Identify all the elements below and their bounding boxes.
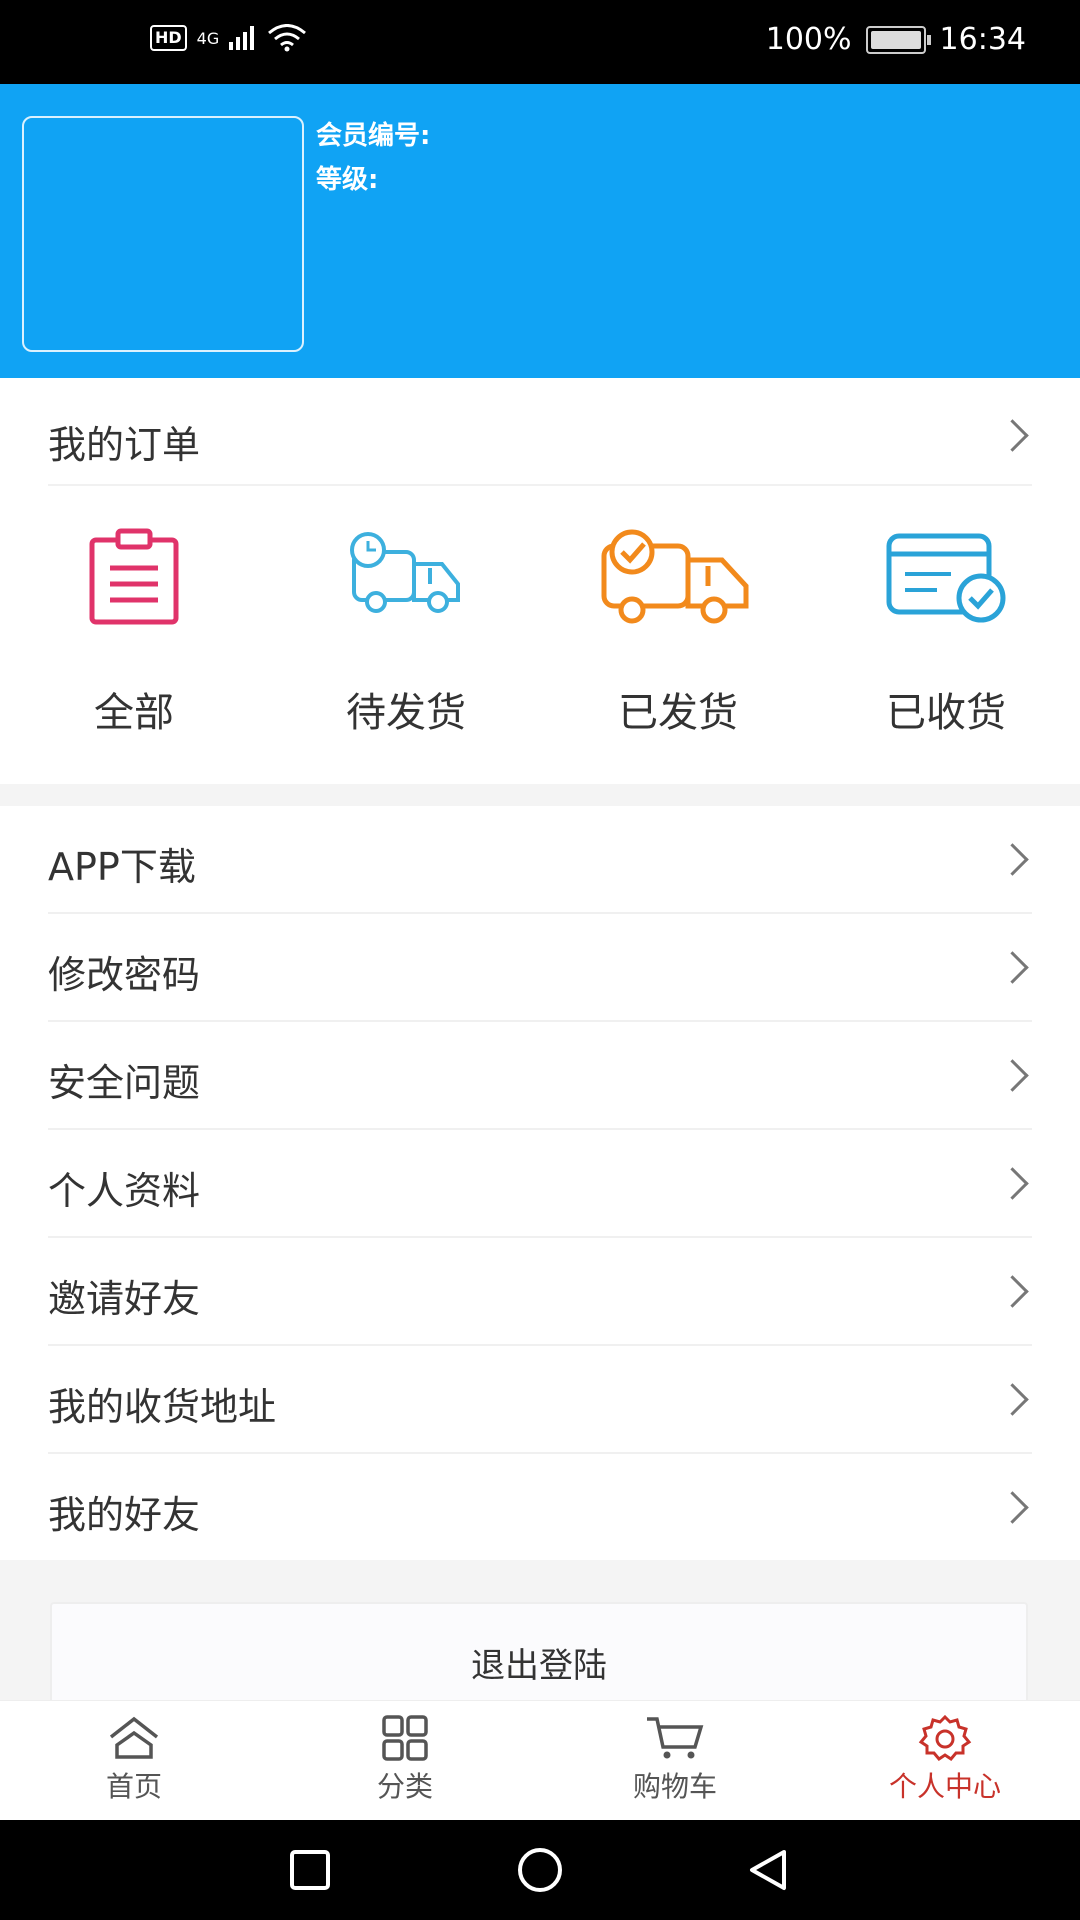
orders-section: 我的订单 全部 待发货 已发货 已收货 — [0, 378, 1080, 784]
tab-bar: 首页 分类 购物车 个人中心 — [0, 1700, 1080, 1821]
menu-item-my-friends[interactable]: 我的好友 — [0, 1454, 1080, 1562]
gear-icon — [918, 1715, 972, 1761]
menu-item-label: 个人资料 — [48, 1169, 201, 1213]
wifi-icon — [268, 24, 307, 52]
order-received[interactable]: 已收货 — [846, 528, 1046, 738]
chevron-right-icon — [996, 1167, 1029, 1200]
menu-item-label: 邀请好友 — [48, 1277, 201, 1321]
signal-icon — [229, 26, 255, 50]
menu-item-app-download[interactable]: APP下载 — [0, 806, 1080, 914]
grid-icon — [382, 1715, 428, 1761]
cart-icon — [647, 1717, 704, 1759]
hd-badge: HD — [150, 25, 187, 51]
menu-item-label: 安全问题 — [48, 1061, 201, 1105]
chevron-right-icon — [996, 1059, 1029, 1092]
tab-cart-label: 购物车 — [632, 1770, 717, 1803]
menu-item-security-question[interactable]: 安全问题 — [0, 1022, 1080, 1130]
menu-item-invite-friends[interactable]: 邀请好友 — [0, 1238, 1080, 1346]
tab-home-label: 首页 — [105, 1770, 162, 1803]
card-check-icon — [886, 533, 1006, 623]
order-shipped[interactable]: 已发货 — [578, 528, 778, 738]
chevron-right-icon — [996, 1275, 1029, 1308]
system-nav-bar — [0, 1820, 1080, 1920]
chevron-right-icon — [996, 1383, 1029, 1416]
avatar[interactable] — [22, 116, 304, 352]
order-shipped-label: 已发货 — [618, 690, 738, 736]
member-number-label: 会员编号: — [316, 121, 431, 151]
chevron-right-icon — [996, 843, 1029, 876]
menu-item-label: 修改密码 — [48, 953, 201, 997]
tab-category-label: 分类 — [376, 1770, 433, 1803]
order-all-label: 全部 — [94, 690, 174, 736]
truck-clock-icon — [350, 532, 460, 613]
menu-item-change-password[interactable]: 修改密码 — [0, 914, 1080, 1022]
menu-item-label: APP下载 — [48, 845, 196, 889]
orders-title[interactable]: 我的订单 — [48, 414, 200, 469]
divider — [48, 484, 1032, 486]
order-pending-label: 待发货 — [346, 690, 466, 736]
clipboard-icon — [89, 528, 179, 625]
status-left: HD 4G — [150, 24, 307, 52]
tab-profile-label: 个人中心 — [888, 1770, 1001, 1803]
back-icon[interactable] — [744, 1846, 792, 1894]
truck-check-icon — [601, 529, 749, 624]
status-right: 100% 16:34 — [766, 22, 1026, 57]
member-info: 会员编号: 等级: — [316, 114, 430, 202]
order-pending[interactable]: 待发货 — [306, 528, 506, 738]
status-bar: HD 4G 100% 16:34 — [0, 0, 1080, 84]
order-all[interactable]: 全部 — [34, 528, 234, 738]
tab-profile[interactable]: 个人中心 — [845, 1715, 1045, 1805]
chevron-right-icon — [996, 1491, 1029, 1524]
tab-cart[interactable]: 购物车 — [575, 1715, 775, 1805]
recent-apps-icon[interactable] — [286, 1846, 334, 1894]
clock: 16:34 — [939, 22, 1026, 57]
settings-menu: APP下载 修改密码 安全问题 个人资料 邀请好友 我的收货地址 我的好友 — [0, 806, 1080, 1560]
chevron-right-icon — [996, 951, 1029, 984]
tab-home[interactable]: 首页 — [34, 1715, 234, 1805]
network-indicator: 4G — [196, 28, 220, 48]
menu-item-label: 我的好友 — [48, 1493, 201, 1537]
chevron-right-icon[interactable] — [996, 419, 1029, 452]
member-level-label: 等级: — [316, 165, 379, 195]
battery-icon — [865, 25, 931, 54]
order-received-label: 已收货 — [886, 690, 1006, 736]
home-icon — [109, 1716, 159, 1759]
menu-item-profile[interactable]: 个人资料 — [0, 1130, 1080, 1238]
menu-item-label: 我的收货地址 — [48, 1385, 277, 1429]
menu-item-shipping-address[interactable]: 我的收货地址 — [0, 1346, 1080, 1454]
home-nav-icon[interactable] — [514, 1846, 566, 1894]
profile-header: 会员编号: 等级: — [0, 84, 1080, 378]
logout-button[interactable]: 退出登陆 — [50, 1602, 1028, 1712]
tab-category[interactable]: 分类 — [305, 1715, 505, 1805]
battery-percent: 100% — [765, 22, 852, 57]
